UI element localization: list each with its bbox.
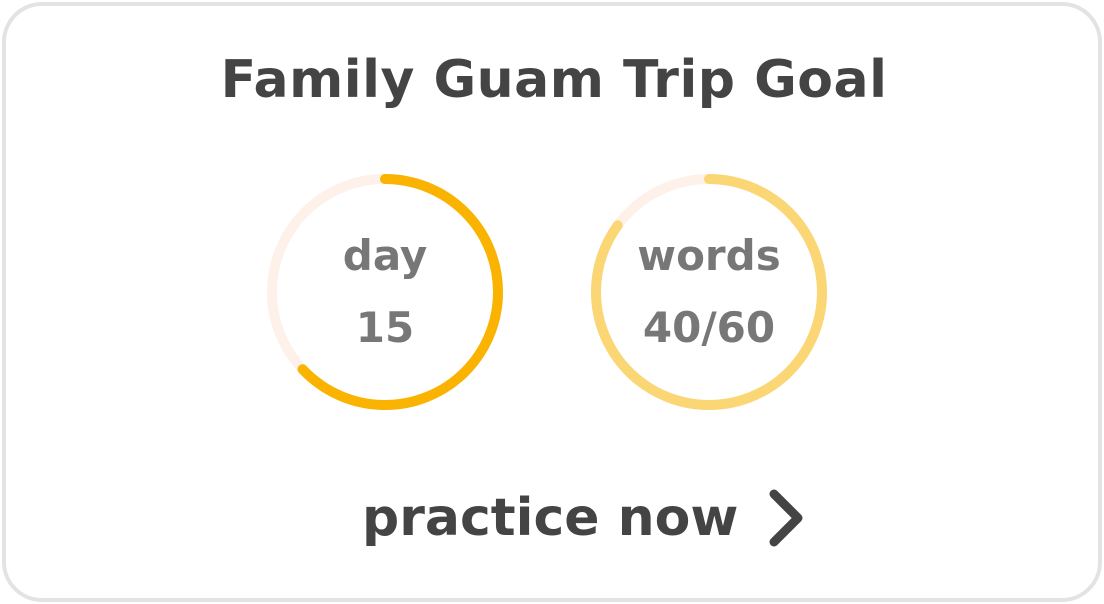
goal-card: Family Guam Trip Goal day 15 words 40/60… [2,2,1102,602]
words-progress-ring: words 40/60 [589,172,829,412]
practice-now-label: practice now [362,488,739,548]
words-label: words [637,231,781,280]
goal-title: Family Guam Trip Goal [220,50,888,110]
words-value: 40/60 [642,303,776,352]
practice-now-button[interactable]: practice now [362,478,808,558]
day-value: 15 [355,303,415,352]
day-label: day [342,231,428,280]
chevron-right-icon [769,489,803,547]
day-progress-ring: day 15 [265,172,505,412]
